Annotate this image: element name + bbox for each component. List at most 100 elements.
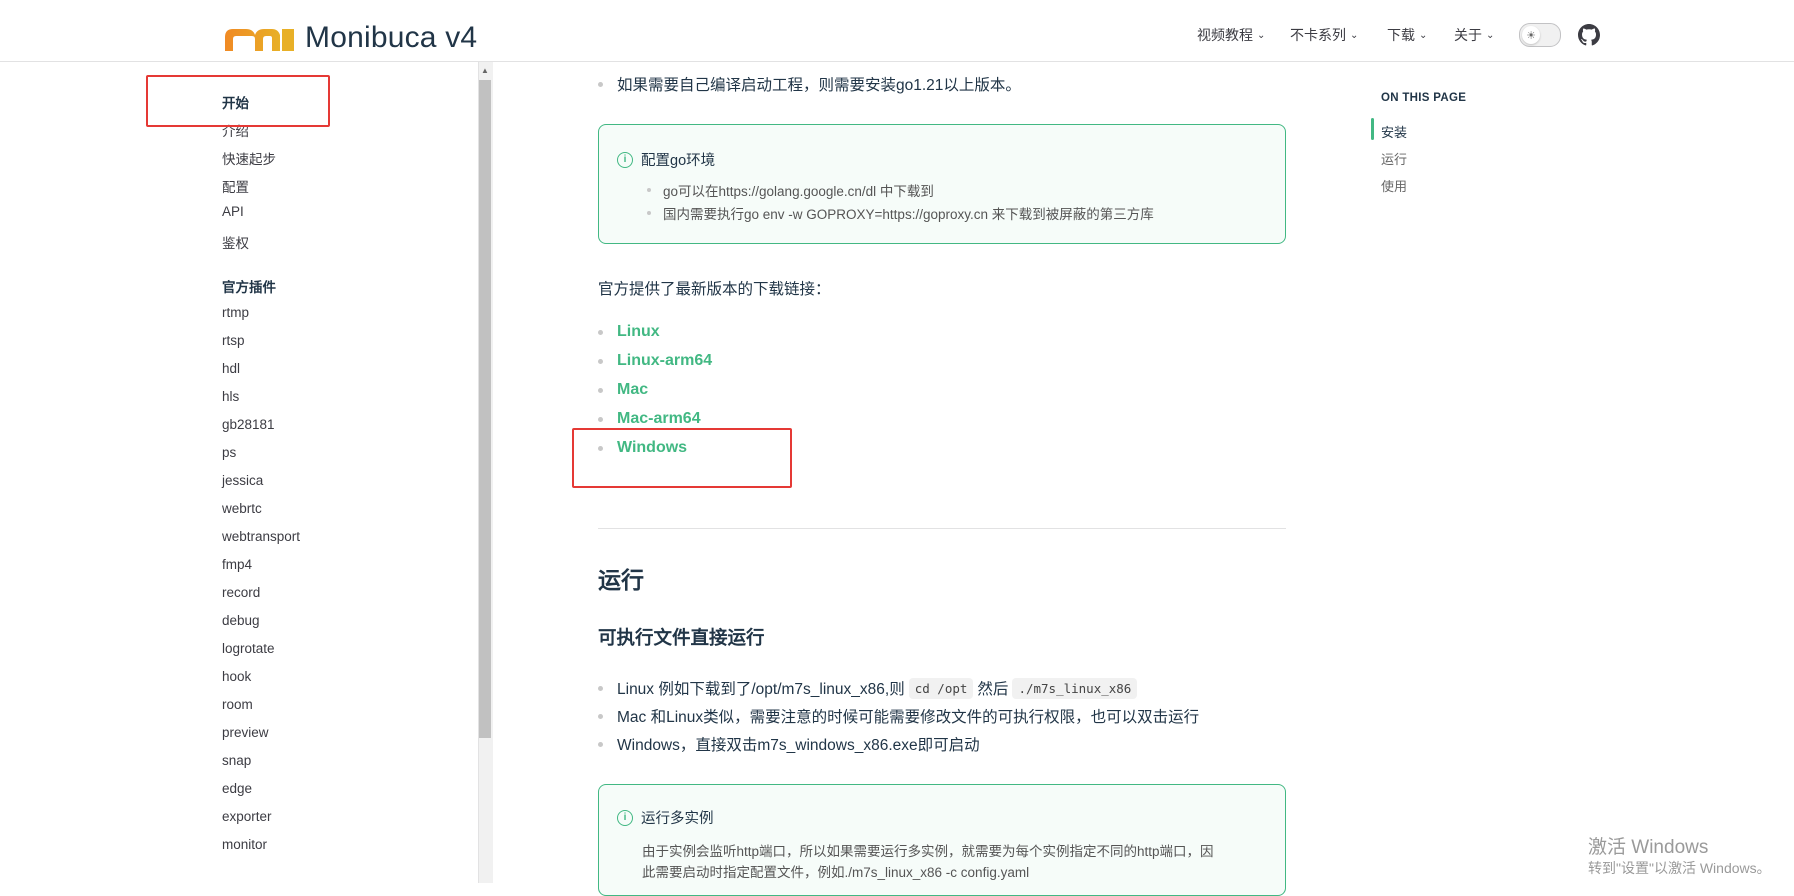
brand-title[interactable]: Monibuca v4 <box>305 21 477 55</box>
list-item-text: 如果需要自己编译启动工程，则需要安装go1.21以上版本。 <box>617 77 1021 94</box>
bullet-dot <box>647 188 651 192</box>
nav-no-lag-series[interactable]: 不卡系列 ⌄ <box>1290 25 1358 45</box>
outline-item-run[interactable]: 运行 <box>1381 149 1407 168</box>
download-link-mac[interactable]: Mac <box>617 381 648 399</box>
sidebar-item-debug[interactable]: debug <box>222 613 260 628</box>
download-link-item: Mac <box>598 381 648 399</box>
annotation-box-start <box>146 75 330 127</box>
sidebar-item-exporter[interactable]: exporter <box>222 809 272 824</box>
nav-video-tutorial[interactable]: 视频教程 ⌄ <box>1197 25 1265 45</box>
chevron-down-icon: ⌄ <box>1350 29 1359 41</box>
list-item-text: 然后 <box>977 681 1009 698</box>
bullet-dot <box>598 81 603 87</box>
bullet-dot <box>647 211 651 215</box>
bullet-dot <box>598 329 603 335</box>
sidebar-item-jessica[interactable]: jessica <box>222 473 263 488</box>
divider <box>598 528 1286 529</box>
bullet-dot <box>598 713 603 719</box>
github-icon[interactable] <box>1578 24 1600 46</box>
sidebar-item-edge[interactable]: edge <box>222 781 252 796</box>
nav-label: 关于 <box>1454 27 1482 43</box>
monibuca-logo-icon[interactable] <box>222 25 296 53</box>
sidebar-item-rtmp[interactable]: rtmp <box>222 305 249 320</box>
download-link-mac-arm64[interactable]: Mac-arm64 <box>617 410 701 428</box>
nav-about[interactable]: 关于 ⌄ <box>1454 25 1494 45</box>
sidebar-item-hdl[interactable]: hdl <box>222 361 240 376</box>
sidebar-item-webrtc[interactable]: webrtc <box>222 501 262 516</box>
sidebar-item-logrotate[interactable]: logrotate <box>222 641 275 656</box>
download-link-item: Linux <box>598 323 660 341</box>
bullet-dot <box>598 741 603 747</box>
tip-title: i 配置go环境 <box>617 149 715 170</box>
sidebar-item-record[interactable]: record <box>222 585 260 600</box>
download-link-item: Linux-arm64 <box>598 352 712 370</box>
tip-list-item: go可以在https://golang.google.cn/dl 中下载到 <box>647 180 934 200</box>
sidebar-item-hls[interactable]: hls <box>222 389 239 404</box>
bullet-dot <box>598 358 603 364</box>
sidebar-item-hook[interactable]: hook <box>222 669 251 684</box>
tip-title-text: 配置go环境 <box>641 153 716 169</box>
list-item: Linux 例如下载到了/opt/m7s_linux_x86,则 cd /opt… <box>598 677 1141 699</box>
download-link-linux-arm64[interactable]: Linux-arm64 <box>617 352 712 370</box>
watermark-subtitle: 转到"设置"以激活 Windows。 <box>1588 860 1771 876</box>
sidebar-item-config[interactable]: 配置 <box>222 176 249 196</box>
sidebar-item-room[interactable]: room <box>222 697 253 712</box>
outline-title: ON THIS PAGE <box>1381 92 1467 104</box>
info-icon: i <box>617 809 633 826</box>
sidebar-item-fmp4[interactable]: fmp4 <box>222 557 252 572</box>
scroll-up-arrow-icon[interactable]: ▲ <box>481 66 489 75</box>
nav-label: 下载 <box>1387 27 1415 43</box>
inline-code: ./m7s_linux_x86 <box>1012 677 1138 699</box>
sidebar-item-webtransport[interactable]: webtransport <box>222 529 300 544</box>
list-item: Mac 和Linux类似，需要注意的时候可能需要修改文件的可执行权限，也可以双击… <box>598 705 1199 727</box>
outline-item-install[interactable]: 安装 <box>1381 122 1407 141</box>
bullet-dot <box>598 416 603 422</box>
sidebar-item-gb28181[interactable]: gb28181 <box>222 417 275 432</box>
outline-active-marker <box>1371 118 1374 140</box>
outline-item-use[interactable]: 使用 <box>1381 176 1407 195</box>
list-item: Windows，直接双击m7s_windows_x86.exe即可启动 <box>598 733 980 755</box>
section-heading-run: 运行 <box>598 567 644 593</box>
sidebar-item-quickstart[interactable]: 快速起步 <box>222 148 276 168</box>
list-item-text: Mac 和Linux类似，需要注意的时候可能需要修改文件的可执行权限，也可以双击… <box>617 709 1200 726</box>
bullet-dot <box>598 685 603 691</box>
sidebar-item-preview[interactable]: preview <box>222 725 269 740</box>
sidebar-scrollbar-thumb[interactable] <box>479 80 491 738</box>
download-intro: 官方提供了最新版本的下载链接： <box>598 281 831 298</box>
list-item-text: Linux 例如下载到了/opt/m7s_linux_x86,则 <box>617 681 905 698</box>
sidebar-item-snap[interactable]: snap <box>222 753 251 768</box>
tip-title-text: 运行多实例 <box>641 811 714 827</box>
tip-paragraph: 由于实例会监听http端口，所以如果需要运行多实例，就需要为每个实例指定不同的h… <box>642 844 1214 859</box>
sidebar-section-plugins[interactable]: 官方插件 <box>222 276 276 296</box>
annotation-box-windows <box>572 428 792 488</box>
nav-label: 不卡系列 <box>1290 27 1346 43</box>
download-link-item: Mac-arm64 <box>598 410 701 428</box>
sidebar-item-ps[interactable]: ps <box>222 445 236 460</box>
chevron-down-icon: ⌄ <box>1486 29 1495 41</box>
tip-list-item-text: go可以在https://golang.google.cn/dl 中下载到 <box>663 184 934 199</box>
tip-list-item-text: 国内需要执行go env -w GOPROXY=https://goproxy.… <box>663 207 1154 222</box>
nav-label: 视频教程 <box>1197 27 1253 43</box>
top-navbar: Monibuca v4 视频教程 ⌄ 不卡系列 ⌄ 下载 ⌄ 关于 ⌄ ☀ <box>0 7 1794 62</box>
inline-code: cd /opt <box>908 677 974 699</box>
sidebar-item-monitor[interactable]: monitor <box>222 837 267 852</box>
tip-box-go-env: i 配置go环境 go可以在https://golang.google.cn/d… <box>598 124 1286 244</box>
sidebar-item-rtsp[interactable]: rtsp <box>222 333 245 348</box>
sun-icon: ☀ <box>1522 26 1540 44</box>
nav-download[interactable]: 下载 ⌄ <box>1387 25 1427 45</box>
sidebar-item-auth[interactable]: 鉴权 <box>222 232 249 252</box>
info-icon: i <box>617 151 633 168</box>
subsection-heading-exec: 可执行文件直接运行 <box>598 627 765 648</box>
tip-box-multi-instance: i 运行多实例 由于实例会监听http端口，所以如果需要运行多实例，就需要为每个… <box>598 784 1286 896</box>
tip-paragraph: 此需要启动时指定配置文件，例如./m7s_linux_x86 -c config… <box>642 865 1030 880</box>
tip-title: i 运行多实例 <box>617 807 714 828</box>
watermark-title: 激活 Windows <box>1588 837 1709 858</box>
sidebar-item-api[interactable]: API <box>222 204 244 219</box>
download-link-linux[interactable]: Linux <box>617 323 660 341</box>
bullet-dot <box>598 387 603 393</box>
list-item: 如果需要自己编译启动工程，则需要安装go1.21以上版本。 <box>598 73 1021 95</box>
tip-list-item: 国内需要执行go env -w GOPROXY=https://goproxy.… <box>647 203 1154 223</box>
chevron-down-icon: ⌄ <box>1257 29 1266 41</box>
chevron-down-icon: ⌄ <box>1419 29 1428 41</box>
theme-toggle[interactable]: ☀ <box>1519 23 1561 47</box>
